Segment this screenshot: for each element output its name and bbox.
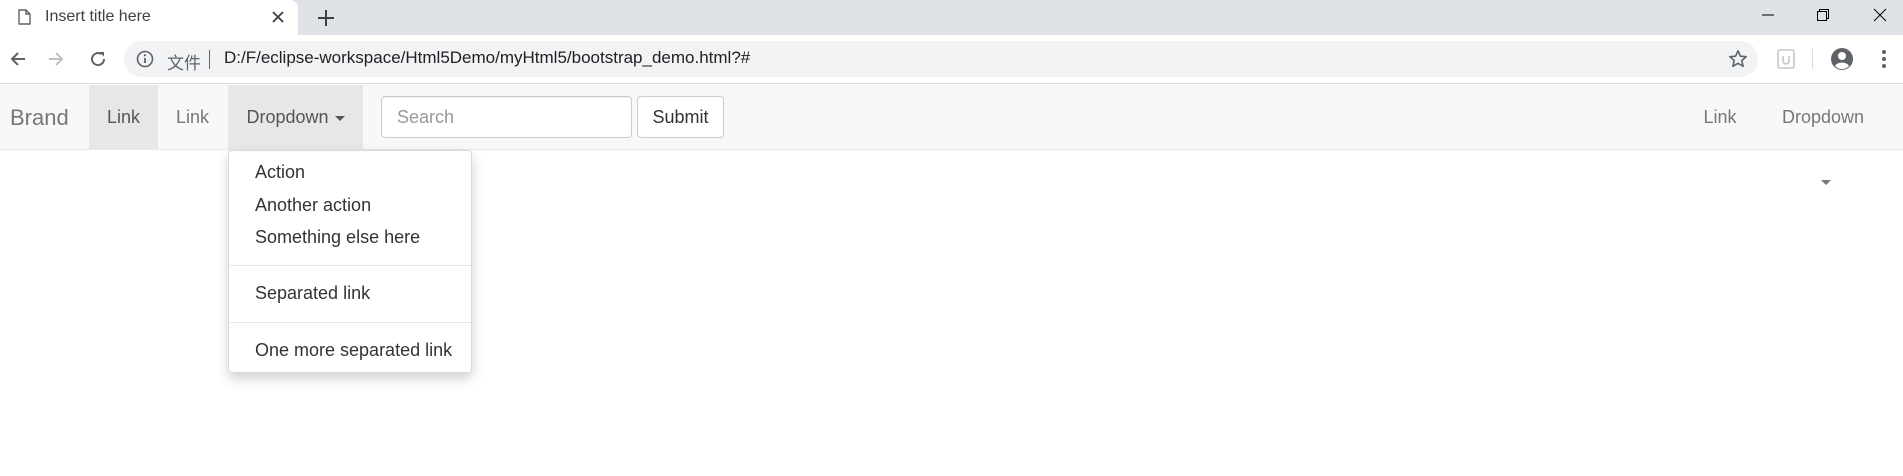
toolbar-divider [1812,49,1813,69]
caret-down-icon [1821,179,1831,185]
browser-toolbar: 文件 D:/F/eclipse-workspace/Html5Demo/myHt… [0,35,1903,84]
back-icon[interactable] [6,47,30,71]
nav-dropdown-right[interactable]: Dropdown [1774,85,1872,185]
search-input[interactable] [381,96,632,138]
address-bar[interactable]: 文件 D:/F/eclipse-workspace/Html5Demo/myHt… [124,41,1758,77]
bookmark-star-icon[interactable] [1728,49,1748,69]
page-icon [18,9,31,25]
page-navbar: Brand Link Link Dropdown Submit Link Dro… [0,85,1903,185]
nav-link-active[interactable]: Link [89,85,158,149]
profile-avatar-icon[interactable] [1830,47,1854,71]
browser-tab[interactable]: Insert title here [0,0,298,35]
dropdown-item-action[interactable]: Action [255,162,305,183]
window-close-icon[interactable] [1857,0,1903,30]
caret-down-icon [334,115,345,121]
dropdown-divider [230,322,471,323]
dropdown-menu: Action Another action Something else her… [228,150,472,373]
nav-dropdown-right-label: Dropdown [1781,107,1865,127]
minimize-icon[interactable] [1745,0,1791,30]
info-icon[interactable] [136,50,154,68]
site-info-label: 文件 [167,54,201,74]
dropdown-item-one-more-separated[interactable]: One more separated link [255,340,452,361]
forward-icon[interactable] [44,47,68,71]
url-text[interactable]: D:/F/eclipse-workspace/Html5Demo/myHtml5… [224,48,750,68]
dropdown-item-separated-link[interactable]: Separated link [255,283,370,304]
reload-icon[interactable] [86,47,110,71]
nav-dropdown-toggle[interactable]: Dropdown [228,85,363,149]
submit-button[interactable]: Submit [637,96,724,138]
close-tab-icon[interactable] [270,9,286,25]
dropdown-item-another-action[interactable]: Another action [255,195,371,216]
nav-link-second[interactable]: Link [158,85,227,149]
restore-icon[interactable] [1800,0,1846,30]
new-tab-icon[interactable] [316,8,336,28]
nav-dropdown-label: Dropdown [246,107,329,127]
address-separator [209,50,210,69]
nav-link-right[interactable]: Link [1702,85,1738,149]
dropdown-divider [230,265,471,266]
extension-icon[interactable] [1776,48,1796,70]
navbar-brand[interactable]: Brand [10,105,69,131]
tab-title: Insert title here [45,8,151,25]
more-menu-icon[interactable] [1872,47,1896,71]
dropdown-item-something-else[interactable]: Something else here [255,227,420,248]
browser-tab-strip: Insert title here [0,0,1903,35]
